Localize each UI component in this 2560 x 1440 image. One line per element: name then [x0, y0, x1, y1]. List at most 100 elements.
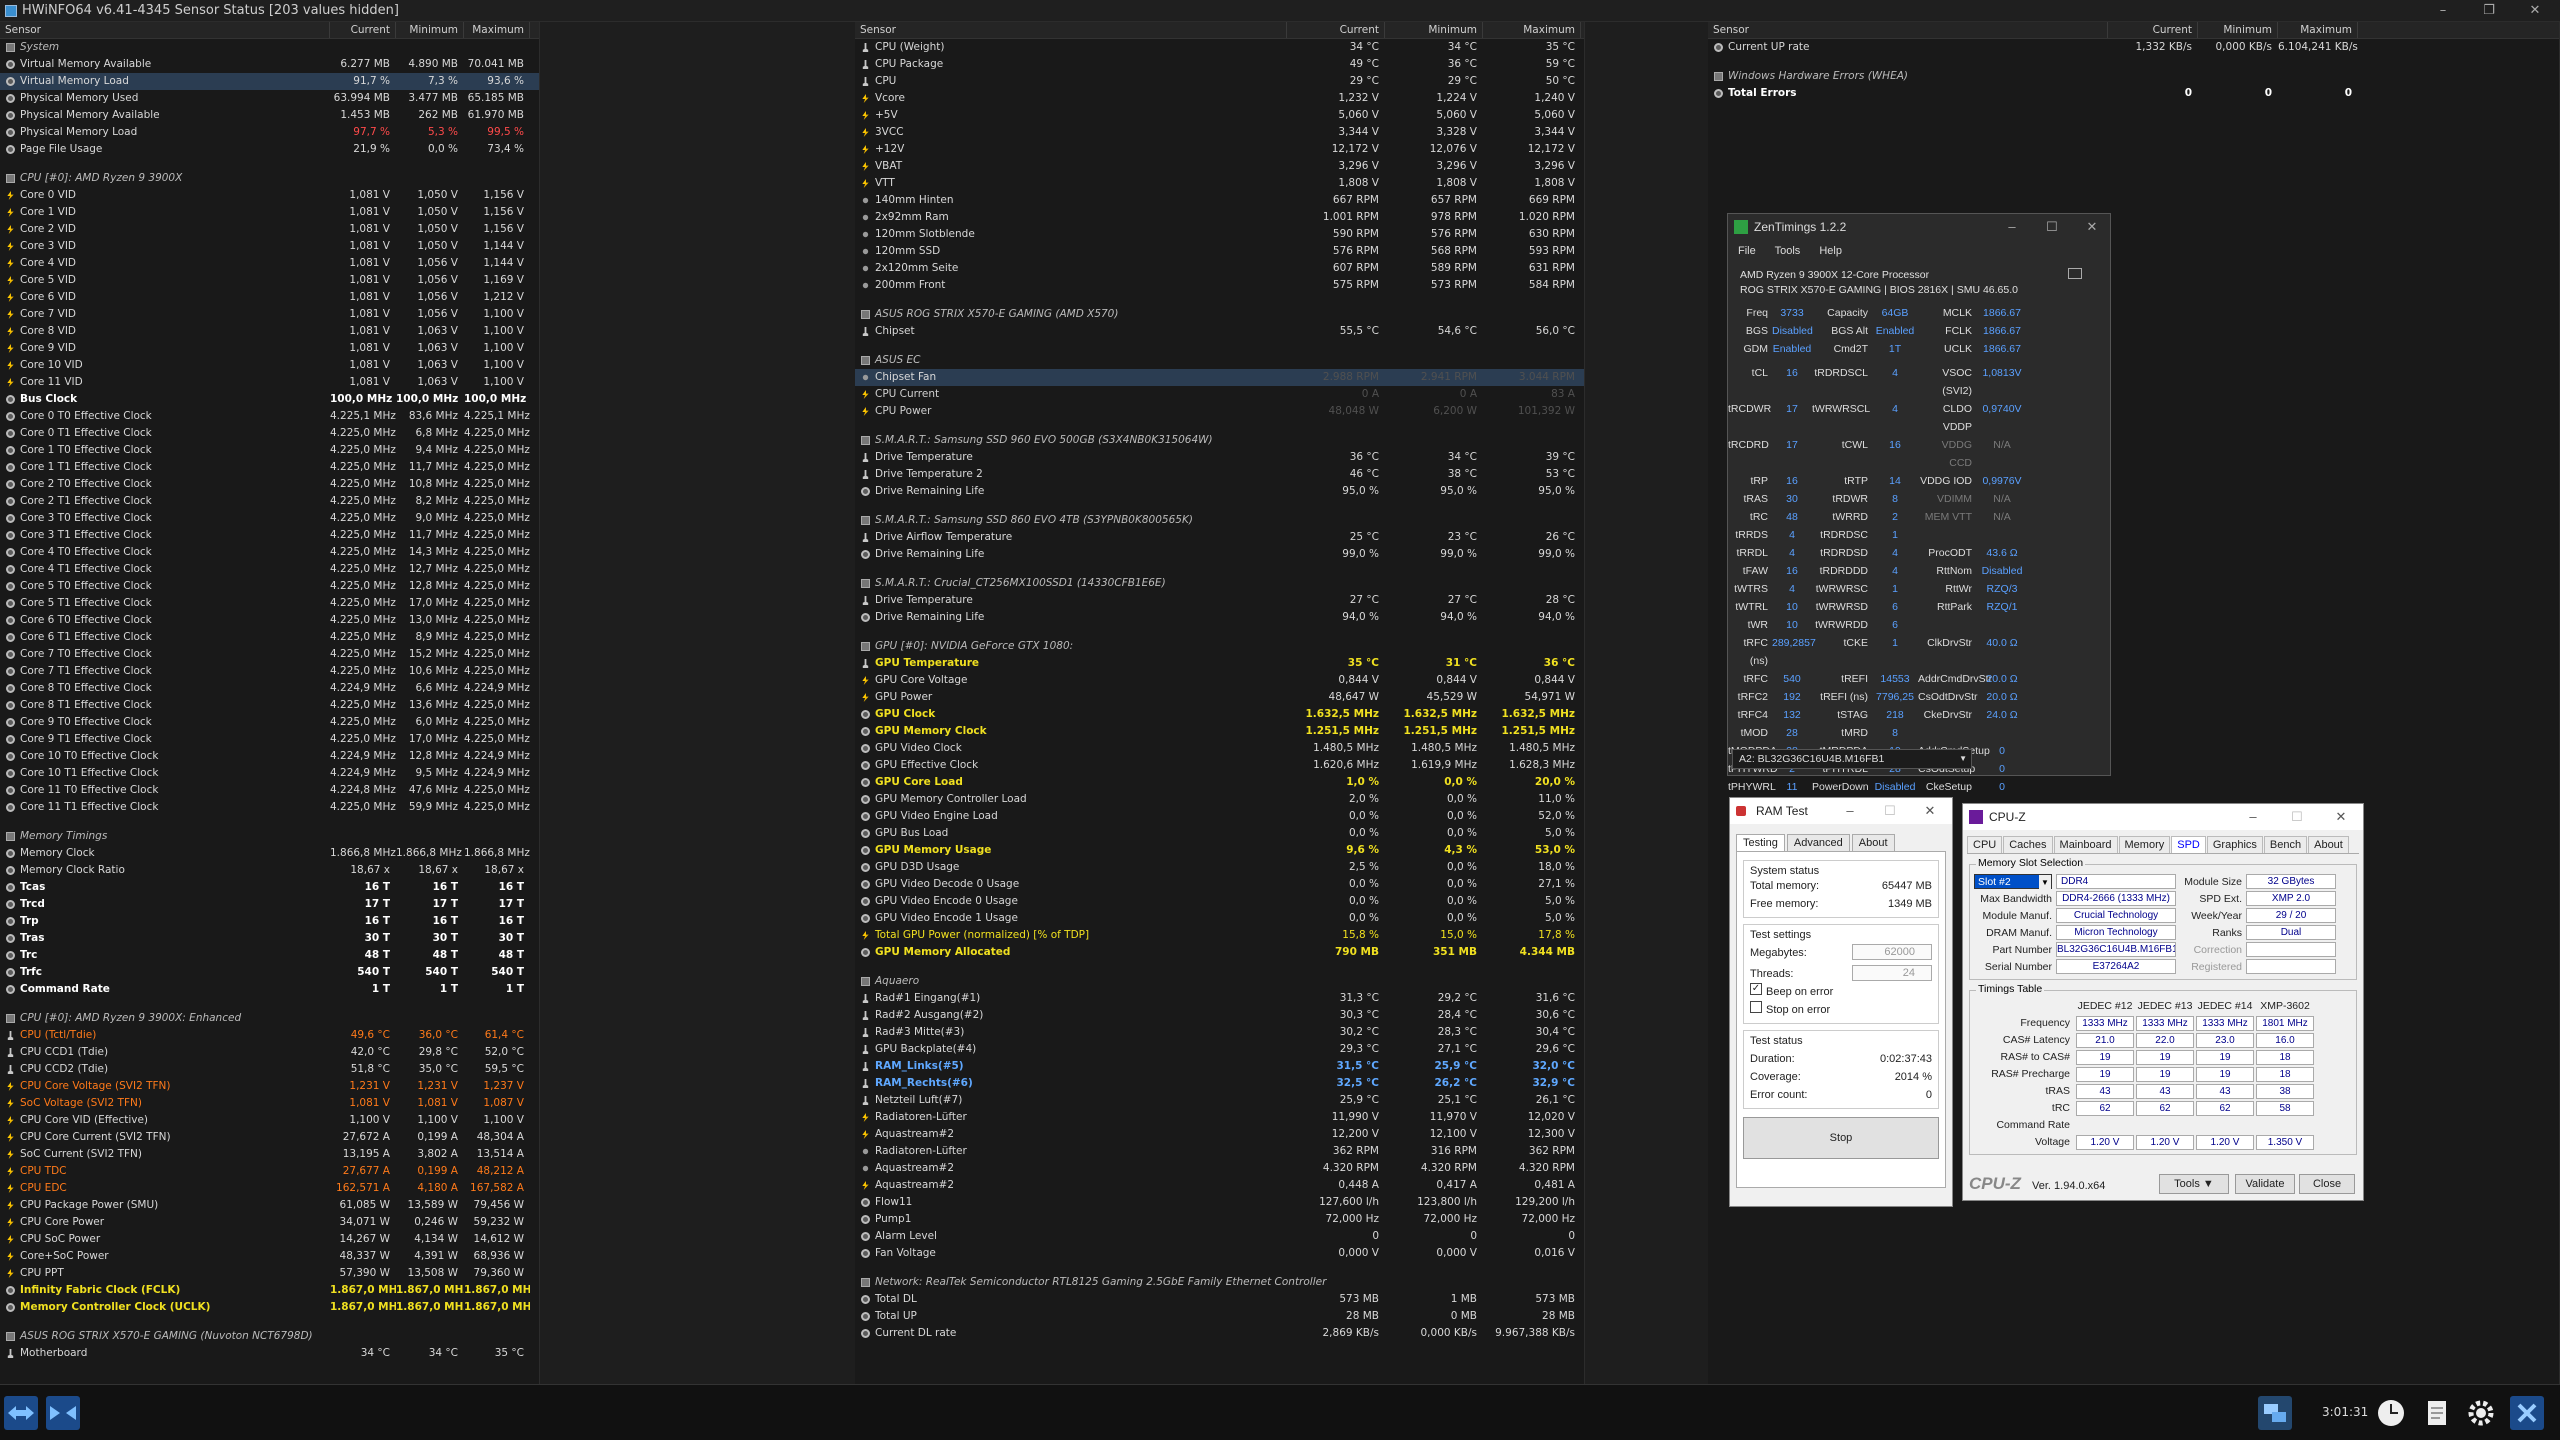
sensor-row[interactable]: Motherboard 34 °C 34 °C 35 °C — [0, 1345, 539, 1362]
tab-caches[interactable]: Caches — [2003, 836, 2053, 853]
sensor-row[interactable]: Vcore 1,232 V 1,224 V 1,240 V — [855, 90, 1584, 107]
sensor-row[interactable]: Tras 30 T 30 T 30 T — [0, 930, 539, 947]
sensor-group-header[interactable]: S.M.A.R.T.: Crucial_CT256MX100SSD1 (1433… — [855, 575, 1584, 592]
sensor-row[interactable]: Drive Remaining Life 94,0 % 94,0 % 94,0 % — [855, 609, 1584, 626]
column-header-sensor[interactable]: Sensor — [1708, 22, 2108, 38]
sensor-row[interactable]: Memory Clock Ratio 18,67 x 18,67 x 18,67 x — [0, 862, 539, 879]
sensor-row[interactable]: Drive Remaining Life 95,0 % 95,0 % 95,0 % — [855, 483, 1584, 500]
sensor-row[interactable]: GPU Effective Clock 1.620,6 MHz 1.619,9 MH… — [855, 757, 1584, 774]
sensor-panel-2[interactable]: Sensor Current Minimum Maximum CPU (Weight) 3… — [855, 22, 1585, 1384]
ram-minimize-button[interactable]: – — [1830, 798, 1870, 824]
sensor-row[interactable]: Flow11 127,600 l/h 123,800 l/h 129,200 l/h — [855, 1194, 1584, 1211]
sensor-group-header[interactable]: Windows Hardware Errors (WHEA) — [1708, 68, 2559, 85]
sensor-row[interactable]: 200mm Front 575 RPM 573 RPM 584 RPM — [855, 277, 1584, 294]
sensor-row[interactable]: Chipset 55,5 °C 54,6 °C 56,0 °C — [855, 323, 1584, 340]
sensor-row[interactable]: Drive Temperature 27 °C 27 °C 28 °C — [855, 592, 1584, 609]
sensor-row[interactable]: Core 7 T0 Effective Clock 4.225,0 MHz 15,2… — [0, 646, 539, 663]
sensor-group-header[interactable]: ASUS ROG STRIX X570-E GAMING (Nuvoton NC… — [0, 1328, 539, 1345]
sensor-row[interactable]: GPU Video Decode 0 Usage 0,0 % 0,0 % 27,1 % — [855, 876, 1584, 893]
sensor-row[interactable]: Core 2 T1 Effective Clock 4.225,0 MHz 8,2 … — [0, 493, 539, 510]
slot-select[interactable]: Slot #2 ▼ — [1974, 874, 2052, 890]
column-header-current[interactable]: Current — [1287, 22, 1385, 38]
sensor-group-header[interactable]: CPU [#0]: AMD Ryzen 9 3900X: Enhanced — [0, 1010, 539, 1027]
arrow-left-right-icon[interactable] — [4, 1396, 38, 1430]
sensor-row[interactable]: GPU Video Clock 1.480,5 MHz 1.480,5 MHz 1.4… — [855, 740, 1584, 757]
sensor-row[interactable]: Radiatoren-Lüfter 11,990 V 11,970 V 12,020 … — [855, 1109, 1584, 1126]
tab-advanced[interactable]: Advanced — [1786, 834, 1850, 851]
sensor-row[interactable]: 140mm Hinten 667 RPM 657 RPM 669 RPM — [855, 192, 1584, 209]
sensor-row[interactable]: GPU Video Encode 1 Usage 0,0 % 0,0 % 5,0 % — [855, 910, 1584, 927]
zen-minimize-button[interactable]: – — [1992, 214, 2032, 240]
zen-menu-help[interactable]: Help — [1819, 245, 1842, 257]
sensor-row[interactable]: Core 9 VID 1,081 V 1,063 V 1,100 V — [0, 340, 539, 357]
sensor-row[interactable]: Core 8 T0 Effective Clock 4.224,9 MHz 6,6 … — [0, 680, 539, 697]
tab-memory[interactable]: Memory — [2118, 836, 2171, 853]
sensor-row[interactable]: Chipset Fan 2.988 RPM 2.941 RPM 3.044 RPM — [855, 369, 1584, 386]
sensor-row[interactable]: GPU Core Voltage 0,844 V 0,844 V 0,844 V — [855, 672, 1584, 689]
sensor-row[interactable]: Core 2 VID 1,081 V 1,050 V 1,156 V — [0, 221, 539, 238]
sensor-row[interactable]: Aquastream#2 12,200 V 12,100 V 12,300 V — [855, 1126, 1584, 1143]
sensor-row[interactable]: Aquastream#2 0,448 A 0,417 A 0,481 A — [855, 1177, 1584, 1194]
column-header-maximum[interactable]: Maximum — [2278, 22, 2358, 38]
sensor-row[interactable]: Core 2 T0 Effective Clock 4.225,0 MHz 10,8… — [0, 476, 539, 493]
sensor-row[interactable]: CPU Core Power 34,071 W 0,246 W 59,232 W — [0, 1214, 539, 1231]
sensor-row[interactable]: GPU Memory Usage 9,6 % 4,3 % 53,0 % — [855, 842, 1584, 859]
sensor-row[interactable]: Core 10 T0 Effective Clock 4.224,9 MHz 12,… — [0, 748, 539, 765]
sensor-row[interactable]: Core 0 VID 1,081 V 1,050 V 1,156 V — [0, 187, 539, 204]
tab-mainboard[interactable]: Mainboard — [2053, 836, 2118, 853]
sensor-row[interactable]: Total UP 28 MB 0 MB 28 MB — [855, 1308, 1584, 1325]
cpuz-close-button[interactable]: ✕ — [2321, 804, 2361, 830]
sensor-row[interactable]: Core 11 VID 1,081 V 1,063 V 1,100 V — [0, 374, 539, 391]
sensor-row[interactable]: GPU Memory Controller Load 2,0 % 0,0 % 11,0… — [855, 791, 1584, 808]
sensor-row[interactable]: Rad#1 Eingang(#1) 31,3 °C 29,2 °C 31,6 °C — [855, 990, 1584, 1007]
sensor-row[interactable]: Core 6 T0 Effective Clock 4.225,0 MHz 13,0… — [0, 612, 539, 629]
clock-icon[interactable] — [2374, 1396, 2408, 1430]
sensor-row[interactable]: GPU Temperature 35 °C 31 °C 36 °C — [855, 655, 1584, 672]
sensor-row[interactable]: Core 7 VID 1,081 V 1,056 V 1,100 V — [0, 306, 539, 323]
sensor-row[interactable]: Core 11 T0 Effective Clock 4.224,8 MHz 47,… — [0, 782, 539, 799]
tab-testing[interactable]: Testing — [1736, 834, 1785, 851]
sensor-row[interactable]: CPU CCD2 (Tdie) 51,8 °C 35,0 °C 59,5 °C — [0, 1061, 539, 1078]
sensor-group-header[interactable]: Aquaero — [855, 973, 1584, 990]
zentimings-window[interactable]: ZenTimings 1.2.2 – ☐ ✕ File Tools Help A… — [1727, 213, 2112, 793]
sensor-row[interactable]: GPU Video Encode 0 Usage 0,0 % 0,0 % 5,0 % — [855, 893, 1584, 910]
sensor-row[interactable]: Command Rate 1 T 1 T 1 T — [0, 981, 539, 998]
sensor-group-header[interactable]: CPU [#0]: AMD Ryzen 9 3900X — [0, 170, 539, 187]
column-header-minimum[interactable]: Minimum — [2198, 22, 2278, 38]
sensor-row[interactable]: CPU Power 48,048 W 6,200 W 101,392 W — [855, 403, 1584, 420]
sensor-row[interactable]: Pump1 72,000 Hz 72,000 Hz 72,000 Hz — [855, 1211, 1584, 1228]
sensor-row[interactable]: CPU Core Voltage (SVI2 TFN) 1,231 V 1,231 … — [0, 1078, 539, 1095]
sensor-row[interactable]: Physical Memory Available 1.453 MB 262 MB 6… — [0, 107, 539, 124]
beep-checkbox[interactable]: ✓ — [1750, 983, 1762, 995]
sensor-row[interactable]: GPU Backplate(#4) 29,3 °C 27,1 °C 29,6 °C — [855, 1041, 1584, 1058]
sensor-row[interactable]: Drive Temperature 2 46 °C 38 °C 53 °C — [855, 466, 1584, 483]
arrow-collapse-icon[interactable] — [46, 1396, 80, 1430]
column-header-minimum[interactable]: Minimum — [1385, 22, 1483, 38]
sensor-row[interactable]: RAM_Rechts(#6) 32,5 °C 26,2 °C 32,9 °C — [855, 1075, 1584, 1092]
sensor-row[interactable]: GPU Clock 1.632,5 MHz 1.632,5 MHz 1.632,5 M… — [855, 706, 1584, 723]
validate-button[interactable]: Validate — [2235, 1174, 2295, 1194]
sensor-row[interactable]: CPU (Tctl/Tdie) 49,6 °C 36,0 °C 61,4 °C — [0, 1027, 539, 1044]
sensor-row[interactable]: Core 4 T1 Effective Clock 4.225,0 MHz 12,7… — [0, 561, 539, 578]
close-button[interactable]: ✕ — [2512, 0, 2558, 22]
tab-spd[interactable]: SPD — [2171, 836, 2206, 853]
sensor-row[interactable]: Trp 16 T 16 T 16 T — [0, 913, 539, 930]
sensor-row[interactable]: Physical Memory Used 63.994 MB 3.477 MB 65.… — [0, 90, 539, 107]
sensor-row[interactable]: Total DL 573 MB 1 MB 573 MB — [855, 1291, 1584, 1308]
sensor-row[interactable]: CPU Package Power (SMU) 61,085 W 13,589 W 7… — [0, 1197, 539, 1214]
sensor-row[interactable]: Core 1 VID 1,081 V 1,050 V 1,156 V — [0, 204, 539, 221]
sensor-row[interactable]: Trc 48 T 48 T 48 T — [0, 947, 539, 964]
sensor-row[interactable]: Bus Clock 100,0 MHz 100,0 MHz 100,0 MHz — [0, 391, 539, 408]
column-header-maximum[interactable]: Maximum — [464, 22, 530, 38]
sensor-row[interactable]: Core 7 T1 Effective Clock 4.225,0 MHz 10,6… — [0, 663, 539, 680]
cpuz-maximize-button[interactable]: ☐ — [2277, 804, 2317, 830]
sensor-row[interactable]: CPU 29 °C 29 °C 50 °C — [855, 73, 1584, 90]
sensor-row[interactable]: Core 11 T1 Effective Clock 4.225,0 MHz 59,… — [0, 799, 539, 816]
sensor-row[interactable]: GPU Video Engine Load 0,0 % 0,0 % 52,0 % — [855, 808, 1584, 825]
sensor-row[interactable]: Memory Controller Clock (UCLK) 1.867,0 MH… — [0, 1299, 539, 1316]
sensor-row[interactable]: Aquastream#2 4.320 RPM 4.320 RPM 4.320 RPM — [855, 1160, 1584, 1177]
column-header-sensor[interactable]: Sensor — [0, 22, 330, 38]
sensor-group-header[interactable]: Network: RealTek Semiconductor RTL8125 G… — [855, 1274, 1584, 1291]
sensor-row[interactable]: Infinity Fabric Clock (FCLK)1.867,0 MHz1… — [0, 1282, 539, 1299]
zen-close-button[interactable]: ✕ — [2072, 214, 2112, 240]
